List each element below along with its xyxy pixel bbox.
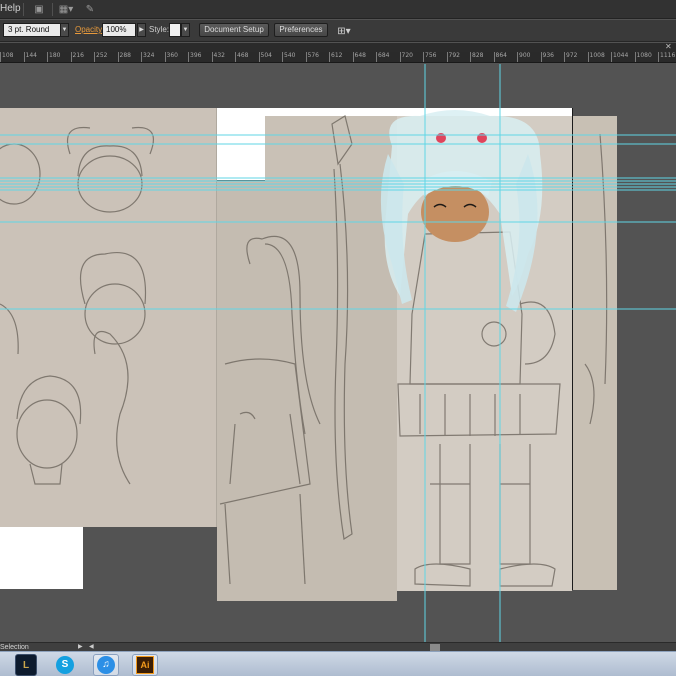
league-of-legends-icon[interactable]: L	[15, 654, 37, 676]
style-dropdown-icon[interactable]: ▼	[181, 23, 190, 37]
menu-help[interactable]: Help	[0, 3, 21, 14]
ruler-tick-label: 576	[305, 52, 319, 62]
close-icon[interactable]: ✕	[665, 42, 672, 51]
itunes-icon[interactable]: ♫	[93, 654, 119, 676]
opacity-input[interactable]: 100%	[102, 23, 136, 37]
chevron-down-icon[interactable]: ▼	[60, 23, 69, 37]
itunes-glyph: ♫	[97, 656, 115, 674]
taskbar: L S ♫ Ai	[0, 651, 676, 676]
graphic-style-swatch[interactable]	[169, 23, 181, 37]
ruler-tick-label: 504	[258, 52, 272, 62]
ruler-tick-label: 756	[422, 52, 437, 62]
document-setup-button[interactable]: Document Setup	[199, 23, 269, 37]
ruler-tick-label: 1044	[610, 52, 629, 62]
guides-layer	[0, 64, 676, 642]
ruler-tick-label: 360	[164, 52, 178, 62]
control-bar: 3 pt. Round ▼ Opacity: 100% ▶ Style: ▼ D…	[0, 20, 676, 42]
ruler-tick-label: 648	[352, 52, 366, 62]
ruler-tick-label: 216	[70, 52, 84, 62]
opacity-slider-arrow-icon[interactable]: ▶	[137, 23, 146, 37]
arrange-menu-icon[interactable]: ⊞▾	[333, 24, 355, 39]
skype-icon[interactable]: S	[54, 654, 76, 676]
ruler-tick-label: 612	[328, 52, 343, 62]
ruler-tick-label: 108	[0, 52, 14, 62]
ruler-tick-label: 936	[540, 52, 554, 62]
arrange-documents-icon[interactable]: ▦▾	[57, 2, 75, 17]
ruler-tick-label: 144	[23, 52, 37, 62]
illustrator-icon[interactable]: Ai	[132, 654, 158, 676]
illustrator-glyph: Ai	[136, 656, 154, 674]
brush-definition-value: 3 pt. Round	[8, 25, 50, 34]
style-label: Style:	[149, 25, 170, 34]
ruler-tick-label: 468	[234, 52, 249, 62]
menu-separator	[52, 3, 53, 16]
ruler-tick-label: 396	[187, 52, 202, 62]
preferences-label: Preferences	[279, 25, 323, 34]
league-glyph: L	[22, 659, 30, 671]
pen-tool-icon[interactable]: ✎	[83, 2, 97, 17]
opacity-value: 100%	[106, 25, 127, 34]
ruler-tick-label: 720	[399, 52, 413, 62]
canvas[interactable]	[0, 64, 676, 642]
ruler-tick-label: 324	[140, 52, 155, 62]
ruler-tick-label: 180	[46, 52, 61, 62]
ruler-tick-label: 684	[375, 52, 390, 62]
ruler-tick-label: 540	[281, 52, 296, 62]
ruler-tick-label: 864	[493, 52, 507, 62]
ruler-tick-label: 972	[563, 52, 578, 62]
scroll-thumb[interactable]	[430, 644, 440, 651]
preferences-button[interactable]: Preferences	[274, 23, 328, 37]
ruler-tick-label: 792	[446, 52, 460, 62]
horizontal-ruler[interactable]: 108 144 180 216 252 288 324 360 396 432 468 504 540 5…	[0, 52, 676, 63]
ruler-tick-label: 288	[117, 52, 131, 62]
document-tab-strip: ✕	[0, 42, 676, 52]
ruler-tick-label: 1008	[587, 52, 605, 62]
opacity-label[interactable]: Opacity:	[75, 25, 104, 34]
ruler-tick-label: 900	[516, 52, 531, 62]
ruler-tick-label: 432	[211, 52, 225, 62]
ruler-tick-label: 1080	[634, 52, 652, 62]
document-setup-label: Document Setup	[204, 25, 264, 34]
horizontal-scrollbar[interactable]: Selection ▶ ◀	[0, 642, 676, 651]
ruler-tick-label: 828	[469, 52, 484, 62]
bridge-icon[interactable]: ▣	[32, 2, 46, 17]
skype-glyph: S	[56, 656, 74, 674]
ruler-tick-label: 252	[93, 52, 108, 62]
menu-separator	[23, 3, 24, 16]
menu-bar: Help ▣ ▦▾ ✎	[0, 0, 676, 19]
illustrator-window: Help ▣ ▦▾ ✎ 3 pt. Round ▼ Opacity: 100% …	[0, 0, 676, 676]
ruler-tick-label: 1116	[657, 52, 676, 62]
